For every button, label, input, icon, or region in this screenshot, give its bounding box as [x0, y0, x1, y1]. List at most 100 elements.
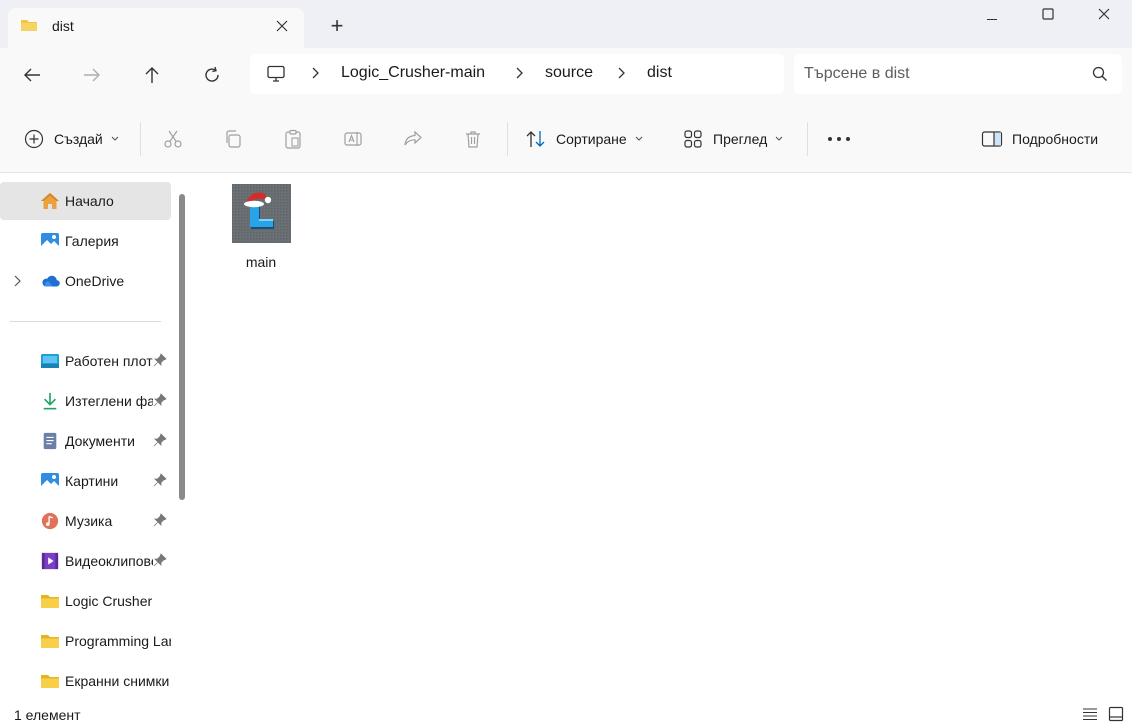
plus-circle-icon	[22, 127, 46, 151]
address-bar[interactable]: Logic_Crusher-main source dist	[250, 54, 784, 94]
sidebar-item-screenshots[interactable]: Екранни снимки	[0, 662, 171, 700]
sidebar-item-music[interactable]: Музика	[0, 502, 171, 540]
sidebar-item-label: Видеоклипове	[65, 553, 153, 569]
separator	[807, 122, 808, 156]
chevron-down-icon	[111, 136, 119, 141]
tab-dist[interactable]: dist	[8, 8, 304, 48]
refresh-button[interactable]	[194, 60, 230, 90]
pin-icon[interactable]	[153, 473, 167, 487]
pin-icon[interactable]	[153, 553, 167, 567]
folder-icon	[41, 595, 59, 608]
details-view-button[interactable]	[1082, 706, 1098, 722]
back-button[interactable]	[14, 60, 50, 90]
sidebar-item-onedrive[interactable]: OneDrive	[0, 262, 171, 300]
gallery-icon	[41, 233, 59, 249]
sidebar-item-pictures[interactable]: Картини	[0, 462, 171, 500]
chevron-down-icon	[635, 136, 643, 141]
folder-icon	[41, 635, 59, 648]
list-view-icon	[1083, 708, 1097, 721]
pin-icon[interactable]	[153, 353, 167, 367]
close-icon	[276, 20, 288, 32]
up-button[interactable]	[134, 60, 170, 90]
music-icon	[41, 512, 59, 530]
status-bar: 1 елемент	[0, 700, 1132, 724]
breadcrumb-source[interactable]: source	[545, 64, 593, 82]
file-list: main	[190, 174, 1132, 700]
navigation-pane: Начало Галерия OneDrive Работен плот Изт…	[0, 174, 190, 700]
share-button[interactable]	[401, 124, 425, 154]
sidebar-item-videos[interactable]: Видеоклипове	[0, 542, 171, 580]
details-pane-icon	[980, 127, 1004, 151]
file-name: main	[245, 254, 277, 270]
sort-button[interactable]: Сортиране	[524, 124, 643, 154]
logic-crusher-app-icon	[232, 184, 291, 243]
arrow-up-icon	[145, 67, 159, 83]
paste-button[interactable]	[281, 124, 305, 154]
sidebar-item-logic-crusher[interactable]: Logic Crusher	[0, 582, 171, 620]
create-new-button[interactable]: Създай	[22, 124, 119, 154]
search-icon	[1092, 66, 1107, 81]
download-icon	[43, 392, 57, 410]
sidebar-item-label: Музика	[65, 513, 113, 529]
search-input[interactable]	[804, 60, 1084, 88]
create-label: Създай	[54, 131, 103, 147]
sidebar-item-desktop[interactable]: Работен плот	[0, 342, 171, 380]
chevron-right-icon	[312, 67, 319, 79]
cut-button[interactable]	[161, 124, 185, 154]
refresh-icon	[205, 66, 219, 82]
sidebar-item-home[interactable]: Начало	[0, 182, 171, 220]
view-grid-icon	[681, 127, 705, 151]
rename-button[interactable]	[341, 124, 365, 154]
sidebar-item-label: Екранни снимки	[65, 673, 170, 689]
copy-button[interactable]	[221, 124, 245, 154]
sidebar-item-label: Документи	[65, 433, 135, 449]
forward-button[interactable]	[74, 60, 110, 90]
details-label: Подробности	[1012, 131, 1099, 147]
tab-title: dist	[52, 18, 74, 34]
pin-icon[interactable]	[153, 393, 167, 407]
large-icons-view-button[interactable]	[1108, 706, 1124, 722]
tiles-view-icon	[1108, 706, 1124, 722]
chevron-right-icon[interactable]	[12, 274, 22, 288]
sort-arrows-icon	[524, 127, 548, 151]
sidebar-item-label: Картини	[65, 473, 119, 489]
minimize-icon	[987, 19, 997, 20]
sidebar-item-label: OneDrive	[65, 273, 125, 289]
search-box[interactable]	[794, 54, 1122, 94]
more-options-button[interactable]	[826, 124, 852, 154]
chevron-right-icon	[618, 67, 625, 79]
details-pane-button[interactable]: Подробности	[980, 124, 1098, 154]
sidebar-divider	[10, 321, 161, 322]
rename-icon	[341, 127, 365, 151]
view-button[interactable]: Преглед	[681, 124, 783, 154]
desktop-icon	[41, 354, 59, 368]
delete-button[interactable]	[461, 124, 485, 154]
title-bar: dist +	[0, 0, 1132, 48]
sidebar-item-programming-language[interactable]: Programming Language	[0, 622, 171, 660]
copy-icon	[221, 127, 245, 151]
new-tab-button[interactable]: +	[322, 12, 352, 40]
sidebar-scrollbar[interactable]	[179, 194, 185, 500]
close-icon	[1098, 8, 1110, 20]
sidebar-item-label: Logic Crusher	[65, 593, 153, 609]
sidebar-item-documents[interactable]: Документи	[0, 422, 171, 460]
arrow-left-icon	[24, 68, 40, 82]
close-window-button[interactable]	[1076, 0, 1132, 28]
share-icon	[401, 127, 425, 151]
sidebar-item-gallery[interactable]: Галерия	[0, 222, 171, 260]
scissors-icon	[161, 127, 185, 151]
maximize-button[interactable]	[1020, 0, 1076, 28]
plus-icon: +	[330, 13, 344, 38]
breadcrumb-logic-crusher-main[interactable]: Logic_Crusher-main	[341, 64, 485, 82]
sidebar-item-downloads[interactable]: Изтеглени файлове	[0, 382, 171, 420]
view-label: Преглед	[713, 131, 768, 147]
pin-icon[interactable]	[153, 513, 167, 527]
breadcrumb-dist[interactable]: dist	[647, 64, 672, 82]
pin-icon[interactable]	[153, 433, 167, 447]
close-tab-button[interactable]	[270, 14, 294, 38]
folder-icon	[41, 675, 59, 688]
minimize-button[interactable]	[964, 0, 1020, 28]
cloud-icon	[42, 275, 60, 287]
sidebar-item-label: Изтеглени файлове	[65, 393, 153, 409]
file-item-main[interactable]: main	[226, 182, 296, 270]
